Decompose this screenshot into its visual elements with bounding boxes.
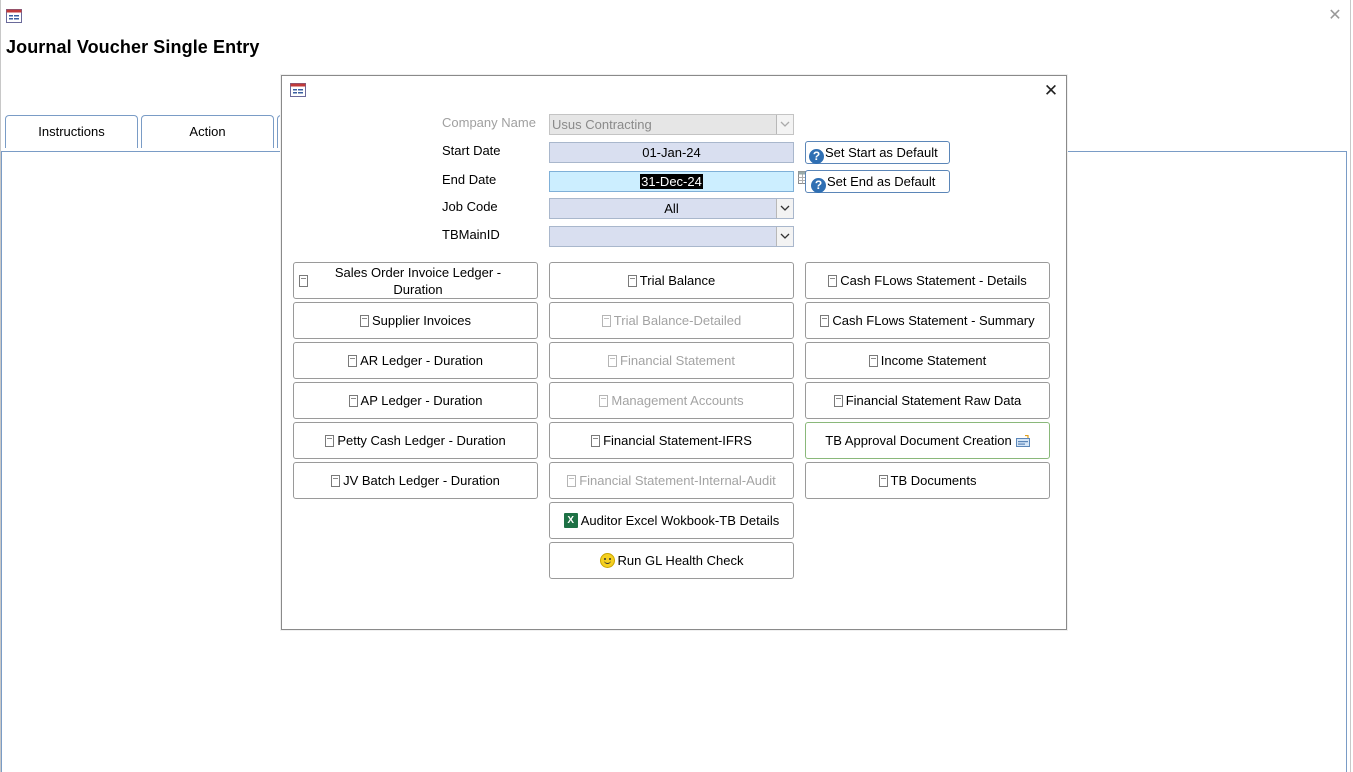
tb-documents-button[interactable]: TB Documents — [805, 462, 1050, 499]
financial-statement-ifrs-button[interactable]: Financial Statement-IFRS — [549, 422, 794, 459]
run-gl-health-check-button[interactable]: Run GL Health Check — [549, 542, 794, 579]
button-label: TB Documents — [890, 473, 977, 488]
button-label: Financial Statement Raw Data — [845, 393, 1022, 408]
report-icon — [599, 394, 609, 407]
button-label: TB Approval Document Creation — [825, 433, 1012, 448]
smiley-icon — [599, 553, 615, 568]
trial-balance-button[interactable]: Trial Balance — [549, 262, 794, 299]
report-dialog: ✕ Company Name Start Date End Date Job C… — [281, 75, 1067, 630]
job-code-label: Job Code — [442, 199, 498, 214]
financial-statement-internal-audit-button[interactable]: Financial Statement-Internal-Audit — [549, 462, 794, 499]
button-label: Income Statement — [880, 353, 987, 368]
button-label: Financial Statement-Internal-Audit — [579, 473, 776, 488]
trial-balance-detailed-button[interactable]: Trial Balance-Detailed — [549, 302, 794, 339]
supplier-invoices-button[interactable]: Supplier Invoices — [293, 302, 538, 339]
button-label: Sales Order Invoice Ledger - Duration — [334, 264, 502, 297]
button-label: Trial Balance — [639, 273, 716, 288]
financial-statement-button[interactable]: Financial Statement — [549, 342, 794, 379]
report-icon — [325, 434, 335, 447]
button-label: Financial Statement-IFRS — [603, 433, 752, 448]
company-name-value: Usus Contracting — [552, 117, 652, 132]
help-icon: ? — [811, 178, 826, 193]
company-name-label: Company Name — [442, 115, 536, 130]
report-icon — [591, 434, 601, 447]
chevron-down-icon[interactable] — [776, 115, 793, 134]
job-code-combo[interactable]: All — [549, 198, 794, 219]
start-date-value: 01-Jan-24 — [642, 145, 701, 160]
button-label: AR Ledger - Duration — [360, 353, 483, 368]
ap-ledger-button[interactable]: AP Ledger - Duration — [293, 382, 538, 419]
company-name-combo[interactable]: Usus Contracting — [549, 114, 794, 135]
button-label: Financial Statement — [620, 353, 735, 368]
report-icon — [608, 354, 618, 367]
tab-instructions[interactable]: Instructions — [5, 115, 138, 148]
jv-batch-ledger-button[interactable]: JV Batch Ledger - Duration — [293, 462, 538, 499]
report-icon — [299, 274, 308, 287]
set-start-default-button[interactable]: ? Set Start as Default — [805, 141, 950, 164]
report-icon — [348, 354, 358, 367]
set-start-default-label: Set Start as Default — [825, 145, 938, 160]
chevron-down-icon[interactable] — [776, 227, 793, 246]
auditor-excel-workbook-button[interactable]: X Auditor Excel Wokbook-TB Details — [549, 502, 794, 539]
button-label: Management Accounts — [611, 393, 744, 408]
tb-approval-document-creation-button[interactable]: TB Approval Document Creation — [805, 422, 1050, 459]
set-end-default-label: Set End as Default — [827, 174, 936, 189]
report-icon — [878, 474, 888, 487]
set-end-default-button[interactable]: ? Set End as Default — [805, 170, 950, 193]
chevron-down-icon[interactable] — [776, 199, 793, 218]
button-label: AP Ledger - Duration — [360, 393, 483, 408]
close-icon[interactable]: ✕ — [1041, 82, 1061, 100]
tbmainid-label: TBMainID — [442, 227, 500, 242]
report-icon — [567, 474, 577, 487]
tbmainid-combo[interactable] — [549, 226, 794, 247]
report-icon — [868, 354, 878, 367]
form-icon — [6, 9, 22, 23]
help-icon: ? — [809, 149, 824, 164]
tab-action[interactable]: Action — [141, 115, 274, 148]
page-title: Journal Voucher Single Entry — [6, 37, 260, 57]
petty-cash-ledger-button[interactable]: Petty Cash Ledger - Duration — [293, 422, 538, 459]
end-date-label: End Date — [442, 172, 497, 187]
report-icon — [828, 274, 838, 287]
cash-flows-summary-button[interactable]: Cash FLows Statement - Summary — [805, 302, 1050, 339]
report-icon — [360, 314, 369, 327]
document-create-icon — [1015, 434, 1030, 447]
button-label: Auditor Excel Wokbook-TB Details — [580, 513, 780, 528]
end-date-value: 31-Dec-24 — [640, 174, 703, 189]
button-label: Supplier Invoices — [372, 313, 471, 328]
button-label: Trial Balance-Detailed — [613, 313, 742, 328]
cash-flows-details-button[interactable]: Cash FLows Statement - Details — [805, 262, 1050, 299]
job-code-value: All — [664, 201, 679, 216]
end-date-field[interactable]: 31-Dec-24 — [549, 171, 794, 192]
ar-ledger-button[interactable]: AR Ledger - Duration — [293, 342, 538, 379]
report-icon — [601, 314, 611, 327]
start-date-field[interactable]: 01-Jan-24 — [549, 142, 794, 163]
button-label: Petty Cash Ledger - Duration — [337, 433, 506, 448]
close-icon[interactable]: ✕ — [1327, 8, 1343, 24]
button-label: JV Batch Ledger - Duration — [343, 473, 500, 488]
start-date-label: Start Date — [442, 143, 501, 158]
income-statement-button[interactable]: Income Statement — [805, 342, 1050, 379]
report-icon — [348, 394, 358, 407]
report-icon — [833, 394, 843, 407]
report-icon — [331, 474, 341, 487]
button-label: Cash FLows Statement - Details — [840, 273, 1027, 288]
button-label: Cash FLows Statement - Summary — [832, 313, 1035, 328]
sales-order-invoice-ledger-button[interactable]: Sales Order Invoice Ledger - Duration — [293, 262, 538, 299]
report-icon — [627, 274, 637, 287]
financial-statement-raw-data-button[interactable]: Financial Statement Raw Data — [805, 382, 1050, 419]
form-icon — [290, 83, 306, 97]
excel-icon: X — [563, 513, 578, 528]
management-accounts-button[interactable]: Management Accounts — [549, 382, 794, 419]
report-icon — [820, 314, 830, 327]
button-label: Run GL Health Check — [617, 553, 744, 568]
